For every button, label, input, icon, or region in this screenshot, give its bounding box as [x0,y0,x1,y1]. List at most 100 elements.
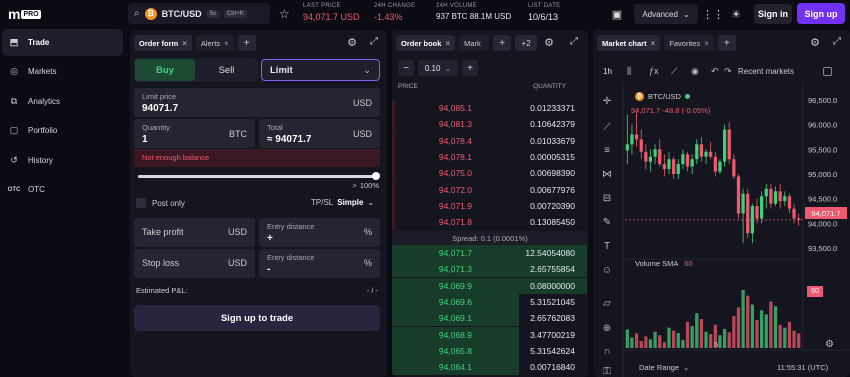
sell-button[interactable]: Sell [196,59,257,81]
bid-row[interactable]: 94,068.9 3.47700219 [392,326,587,343]
field-unit: USD [227,258,247,268]
ask-row[interactable]: 94,078.1 0.00005315 [392,148,587,165]
signup-to-trade-button[interactable]: Sign up to trade [134,305,380,331]
ask-row[interactable]: 94,081.3 0.10642379 [392,116,587,133]
candle-body [746,193,750,234]
stat-24h-volume: 24H VOLUME 937 BTC 88.1M USD [436,3,511,21]
depth-bar [392,214,395,231]
order-quantity: 0.00716840 [530,362,575,373]
bid-row[interactable]: 94,065.8 5.31542624 [392,342,587,359]
candle-body [773,191,778,204]
order-quantity: 0.10642379 [530,119,575,130]
sidebar-item-trade[interactable]: ⬒ Trade [2,29,123,56]
settings-gear-icon[interactable]: ⚙ [544,36,554,49]
ask-row[interactable]: 94,071.8 0.13085450 [392,214,587,231]
close-icon[interactable]: × [182,39,187,48]
stop-loss-distance-field[interactable]: Entry distance - % [259,249,380,278]
tpsl-mode-select[interactable]: TP/SL Simple ⌄ [311,198,374,207]
signin-button[interactable]: Sign in [754,4,792,24]
theme-sun-icon[interactable]: ☀ [727,5,745,23]
chart-settings-gear-icon[interactable]: ⚙ [825,339,834,350]
bid-row[interactable]: 94,071.3 2.65755854 [392,261,587,278]
buy-button[interactable]: Buy [135,59,195,81]
ask-row[interactable]: 94,075.0 0.00698390 [392,165,587,182]
bid-row[interactable]: 94,069.6 5.31521045 [392,293,587,310]
tab-order-book[interactable]: Order book × [396,35,456,51]
tab-alerts[interactable]: Alerts × [195,35,234,51]
trade-icon: ⬒ [9,37,19,47]
depth-bar [392,148,395,165]
add-tab-button[interactable]: + [493,35,512,51]
ask-row[interactable]: 94,085.1 0.01233371 [392,100,587,116]
close-icon[interactable]: × [445,39,450,48]
tick-size-select[interactable]: 0.10 ⌄ [418,60,458,76]
bid-row[interactable]: 94,071.7 12.54054080 [392,245,587,261]
pair-selector[interactable]: ⌕ ₿ BTC/USD 5x Ctrl+K [128,3,270,24]
candle-body [732,159,736,177]
expand-icon[interactable]: ⤢ [570,36,578,47]
tab-mark[interactable]: Mark [459,35,490,51]
candle-body [741,193,745,214]
sidebar-item-markets[interactable]: ◎ Markets [2,58,123,85]
amount-slider-handle[interactable] [372,172,380,180]
candle-body [713,156,717,172]
increase-tick-button[interactable]: + [462,60,478,76]
post-only-checkbox[interactable] [136,198,146,208]
decrease-tick-button[interactable]: − [398,60,414,76]
candle-body [648,156,653,162]
stat-label: LIST DATE [528,3,561,9]
history-icon: ↺ [10,155,18,165]
tab-label: Order book [401,38,442,48]
candle-body [709,151,713,157]
ask-row[interactable]: 94,078.4 0.01033679 [392,132,587,149]
logo-badge: PRO [21,9,41,19]
expand-icon[interactable]: ⤢ [370,36,378,47]
app-logo[interactable]: m PRO [8,6,41,22]
volume-bar [672,330,676,348]
favorite-star-icon[interactable]: ☆ [279,7,290,21]
more-tabs-button[interactable]: +2 [515,35,538,51]
signup-button[interactable]: Sign up [797,3,845,24]
spread-label: Spread: 0.1 (0.0001%) [392,231,588,245]
volume-label: Volume SMA [635,259,679,268]
sidebar-item-history[interactable]: ↺ History [2,147,123,174]
field-unit: USD [227,227,247,237]
btc-icon: ₿ [144,7,157,20]
take-profit-distance-field[interactable]: Entry distance + % [259,218,380,247]
close-icon[interactable]: × [224,39,229,48]
sidebar-item-analytics[interactable]: ⧉ Analytics [2,88,123,115]
candle-body [736,176,741,214]
bid-row[interactable]: 94,069.1 2.65762083 [392,310,587,327]
volume-bar [625,329,629,348]
stop-loss-field[interactable]: Stop loss USD [134,249,255,278]
order-type-select[interactable]: Limit ⌄ [261,59,380,81]
settings-gear-icon[interactable]: ⚙ [347,36,357,49]
depth-bar [392,100,395,116]
markets-icon: ◎ [10,66,18,76]
limit-price-field[interactable]: Limit price 94071.7 USD [134,88,380,117]
bid-row[interactable]: 94,064.1 0.00716840 [392,359,587,376]
layout-icon[interactable]: ▣ [608,5,626,23]
apps-grid-icon[interactable]: ⋮⋮ [702,5,724,23]
quantity-field[interactable]: Quantity 1 BTC [134,119,255,148]
date-range-select[interactable]: Date Range ⌄ [639,363,689,372]
bid-row[interactable]: 94,069.9 0.08000000 [392,277,587,294]
field-label: Total [267,123,283,132]
candle-body [630,134,634,145]
ask-row[interactable]: 94,072.0 0.00677976 [392,181,587,198]
price-chart[interactable]: 96,500.0 96,000.0 95,500.0 95,000.0 94,500.0… [593,30,850,377]
mode-dropdown[interactable]: Advanced ⌄ [634,4,698,24]
sidebar-item-portfolio[interactable]: ▢ Portfolio [2,117,123,144]
total-field[interactable]: Total ≈ 94071.7 USD [259,119,380,148]
ask-row[interactable]: 94,071.9 0.00720390 [392,197,587,214]
leverage-badge: 5x [206,9,219,18]
field-label: Stop loss [142,258,180,268]
take-profit-field[interactable]: Take profit USD [134,218,255,247]
candle-body [676,164,680,174]
add-tab-button[interactable]: + [237,35,256,51]
order-price: 94,068.9 [438,329,472,340]
amount-slider-track[interactable] [138,175,378,178]
sidebar-item-otc[interactable]: OTC OTC [2,176,123,203]
pair-symbol: BTC/USD [161,8,202,19]
tab-order-form[interactable]: Order form × [134,35,192,51]
